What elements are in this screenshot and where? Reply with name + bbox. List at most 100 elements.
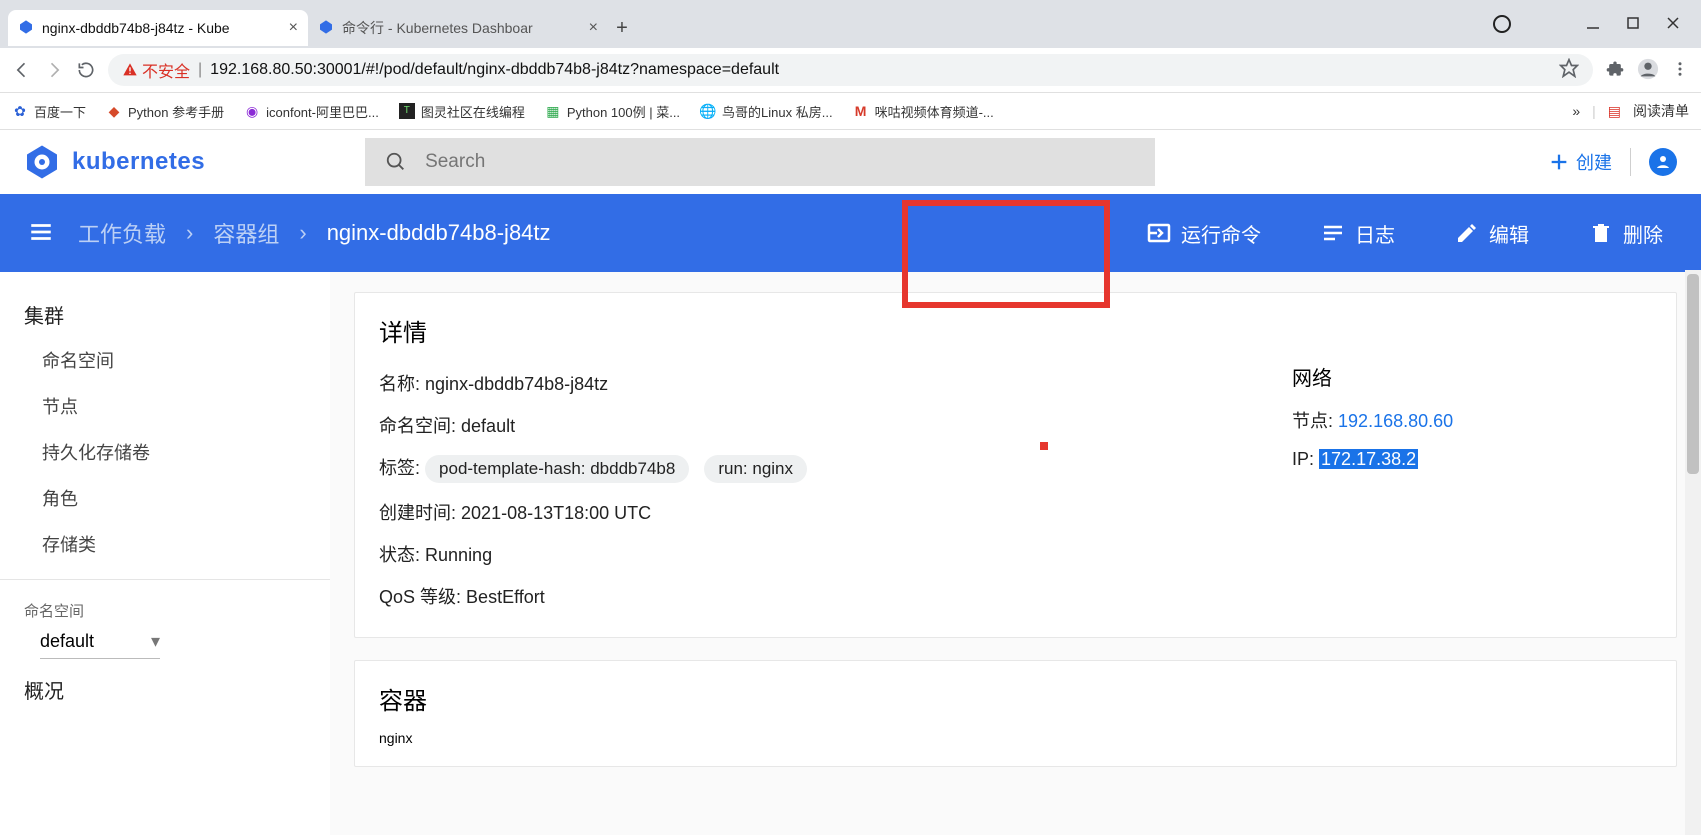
url-text: 192.168.80.50:30001/#!/pod/default/nginx… (210, 61, 1551, 79)
bookmark-label: 咪咕视频体育频道-... (875, 102, 994, 121)
close-icon[interactable]: × (589, 19, 598, 37)
sidebar-section-cluster[interactable]: 集群 (0, 292, 330, 337)
bookmark-item[interactable]: 🌐鸟哥的Linux 私房... (700, 102, 833, 121)
extensions-icon[interactable] (1605, 59, 1625, 82)
annotation-dot (1040, 442, 1048, 450)
namespace-selector[interactable]: default ▾ (40, 625, 160, 659)
sidebar-item-namespaces[interactable]: 命名空间 (0, 337, 330, 383)
bookmark-item[interactable]: ◆Python 参考手册 (106, 102, 224, 121)
status-label: 状态: (379, 545, 420, 565)
bookmark-label: iconfont-阿里巴巴... (266, 102, 379, 121)
pod-qos: BestEffort (466, 587, 545, 607)
namespace-label: 命名空间 (0, 592, 330, 625)
edit-button[interactable]: 编辑 (1445, 213, 1539, 254)
close-window-icon[interactable] (1665, 15, 1681, 34)
star-icon[interactable] (1559, 58, 1579, 83)
scrollbar-thumb[interactable] (1687, 274, 1699, 474)
breadcrumb: 工作负载 › 容器组 › nginx-dbddb74b8-j84tz (78, 217, 551, 249)
bookmark-item[interactable]: ✿百度一下 (12, 102, 86, 121)
page-scrollbar[interactable] (1685, 270, 1701, 835)
bookmark-label: Python 参考手册 (128, 102, 224, 121)
profile-icon[interactable] (1637, 58, 1659, 83)
bookmark-label: Python 100例 | 菜... (567, 102, 680, 121)
kebab-menu-icon[interactable] (1671, 60, 1689, 81)
sidebar-item-storageclasses[interactable]: 存储类 (0, 521, 330, 567)
plus-icon (1548, 151, 1570, 173)
tab-title: nginx-dbddb74b8-j84tz - Kube (42, 20, 281, 36)
browser-tab-active[interactable]: nginx-dbddb74b8-j84tz - Kube × (8, 10, 308, 46)
details-title: 详情 (379, 313, 1652, 348)
pod-name: nginx-dbddb74b8-j84tz (425, 374, 608, 394)
divider (0, 579, 330, 580)
search-input[interactable] (423, 150, 1135, 174)
browser-tab-strip: nginx-dbddb74b8-j84tz - Kube × 命令行 - Kub… (0, 0, 1701, 48)
address-bar[interactable]: 不安全 | 192.168.80.50:30001/#!/pod/default… (108, 54, 1593, 86)
exec-button[interactable]: 运行命令 (1137, 213, 1271, 254)
forward-icon (44, 60, 64, 80)
breadcrumb-workloads[interactable]: 工作负载 (78, 217, 166, 249)
logs-label: 日志 (1355, 219, 1395, 248)
breadcrumb-current: nginx-dbddb74b8-j84tz (327, 220, 551, 246)
insecure-warning: 不安全 (122, 58, 190, 82)
namespace-label: 命名空间: (379, 416, 456, 436)
bookmark-item[interactable]: M咪咕视频体育频道-... (853, 102, 994, 121)
account-switcher-icon[interactable] (1493, 15, 1511, 33)
window-controls (1493, 15, 1693, 34)
sidebar-item-nodes[interactable]: 节点 (0, 383, 330, 429)
bookmark-item[interactable]: ▦Python 100例 | 菜... (545, 102, 680, 121)
created-label: 创建时间: (379, 503, 456, 523)
reading-list-label[interactable]: 阅读清单 (1633, 101, 1689, 121)
tab-title: 命令行 - Kubernetes Dashboar (342, 18, 581, 38)
search-box[interactable] (365, 138, 1155, 186)
sidebar-item-roles[interactable]: 角色 (0, 475, 330, 521)
maximize-icon[interactable] (1625, 15, 1641, 34)
qos-label: QoS 等级: (379, 587, 461, 607)
minimize-icon[interactable] (1585, 15, 1601, 34)
pencil-icon (1455, 221, 1479, 245)
create-button[interactable]: 创建 (1548, 149, 1612, 175)
reload-icon[interactable] (76, 60, 96, 80)
details-card: 详情 名称: nginx-dbddb74b8-j84tz 命名空间: defau… (354, 292, 1677, 638)
back-icon[interactable] (12, 60, 32, 80)
namespace-value: default (40, 631, 94, 652)
hamburger-menu-icon[interactable] (28, 219, 54, 248)
delete-label: 删除 (1623, 219, 1663, 248)
bookmarks-bar: ✿百度一下 ◆Python 参考手册 ◉iconfont-阿里巴巴... T图灵… (0, 93, 1701, 130)
reading-list-icon[interactable]: ▤ (1608, 103, 1621, 120)
bookmark-item[interactable]: ◉iconfont-阿里巴巴... (244, 102, 379, 121)
kubernetes-icon (24, 144, 60, 180)
sidebar: 集群 命名空间 节点 持久化存储卷 角色 存储类 命名空间 default ▾ … (0, 272, 330, 835)
containers-title: 容器 (379, 681, 1652, 716)
action-bar: 工作负载 › 容器组 › nginx-dbddb74b8-j84tz 运行命令 … (0, 194, 1701, 272)
containers-card: 容器 nginx (354, 660, 1677, 767)
labels-label: 标签: (379, 458, 420, 478)
name-label: 名称: (379, 374, 420, 394)
delete-button[interactable]: 删除 (1579, 213, 1673, 254)
bookmarks-overflow-icon[interactable]: » (1572, 103, 1580, 119)
main-content: 详情 名称: nginx-dbddb74b8-j84tz 命名空间: defau… (330, 272, 1701, 835)
bookmark-label: 图灵社区在线编程 (421, 102, 525, 121)
breadcrumb-pods[interactable]: 容器组 (213, 217, 279, 249)
sidebar-item-pv[interactable]: 持久化存储卷 (0, 429, 330, 475)
bookmark-item[interactable]: T图灵社区在线编程 (399, 102, 525, 121)
node-link[interactable]: 192.168.80.60 (1338, 411, 1453, 431)
network-title: 网络 (1292, 362, 1652, 391)
browser-tab[interactable]: 命令行 - Kubernetes Dashboar × (308, 10, 608, 46)
pod-namespace: default (461, 416, 515, 436)
user-avatar-icon[interactable] (1649, 148, 1677, 176)
kubernetes-favicon-icon (318, 19, 334, 38)
close-icon[interactable]: × (289, 19, 298, 37)
separator: | (198, 61, 202, 79)
sidebar-section-overview[interactable]: 概况 (0, 667, 330, 712)
chevron-right-icon: › (299, 220, 306, 246)
kubernetes-logo[interactable]: kubernetes (24, 144, 205, 180)
search-icon (385, 151, 407, 173)
dashboard-topbar: kubernetes 创建 (0, 130, 1701, 194)
logs-button[interactable]: 日志 (1311, 213, 1405, 254)
bookmark-label: 百度一下 (34, 102, 86, 121)
node-label: 节点: (1292, 411, 1333, 431)
trash-icon (1589, 221, 1613, 245)
logo-text: kubernetes (72, 148, 205, 176)
exec-label: 运行命令 (1181, 219, 1261, 248)
new-tab-button[interactable]: + (608, 14, 636, 42)
